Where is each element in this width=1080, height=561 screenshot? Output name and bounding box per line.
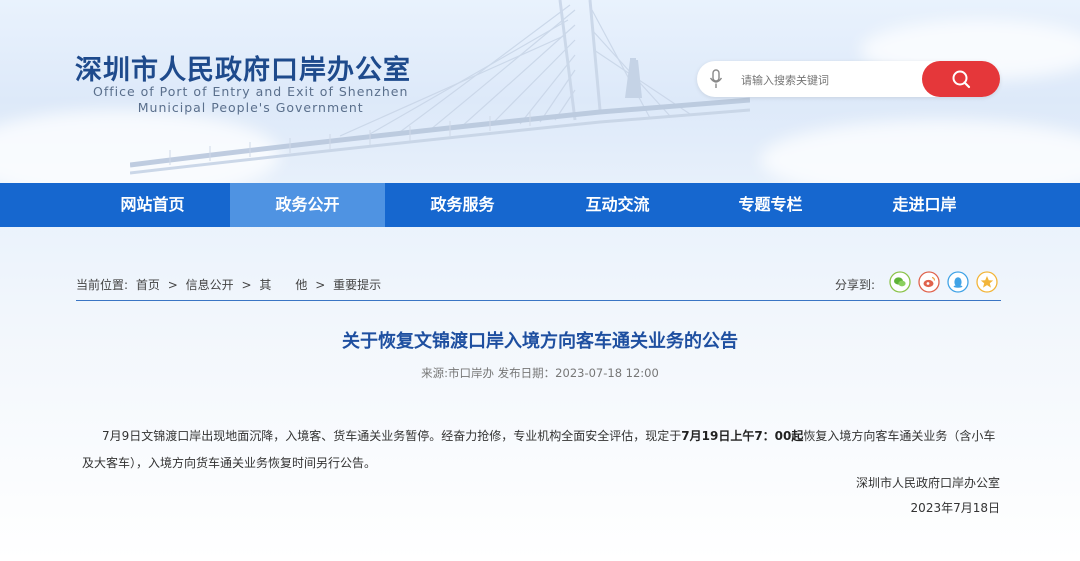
nav-item-interaction[interactable]: 互动交流 [540,183,695,227]
search-icon [952,70,971,89]
nav-item-about-ports[interactable]: 走进口岸 [847,183,1002,227]
breadcrumb-separator: > [241,278,252,292]
search-input[interactable] [739,70,913,90]
cloud-decoration [760,120,1080,183]
article-body-highlight: 7月19日上午7：00起 [681,429,804,443]
share-label: 分享到: [835,278,876,292]
article-meta: 来源:市口岸办 发布日期：2023-07-18 12:00 [421,366,659,380]
breadcrumb-link-home[interactable]: 首页 [136,278,160,292]
org-name-cn[interactable]: 深圳市人民政府口岸办公室 [75,48,411,87]
qzone-icon[interactable] [976,271,998,293]
breadcrumb-separator: > [167,278,178,292]
breadcrumb-link-other[interactable]: 其 他 [259,278,307,292]
nav-item-gov-affairs-open[interactable]: 政务公开 [230,183,385,227]
nav-item-gov-services[interactable]: 政务服务 [385,183,540,227]
article-body-part1: 7月9日文锦渡口岸出现地面沉降，入境客、货车通关业务暂停。经奋力抢修，专业机构全… [102,429,682,443]
article-body: 7月9日文锦渡口岸出现地面沉降，入境客、货车通关业务暂停。经奋力抢修，专业机构全… [82,423,1000,477]
qq-icon[interactable] [947,271,969,293]
org-name-en-line2: Municipal People's Government [137,100,364,115]
site-header: 深圳市人民政府口岸办公室 Office of Port of Entry and… [0,0,1080,183]
breadcrumb-prefix: 当前位置: [76,278,129,292]
breadcrumb-divider [76,300,1001,301]
breadcrumb-separator: > [315,278,326,292]
weibo-icon[interactable] [918,271,940,293]
breadcrumb-current[interactable]: 重要提示 [333,278,381,292]
nav-item-special-topics[interactable]: 专题专栏 [693,183,848,227]
microphone-icon[interactable] [709,69,723,89]
search-box [697,61,1000,97]
org-name-en-line1: Office of Port of Entry and Exit of Shen… [93,84,409,99]
article-title: 关于恢复文锦渡口岸入境方向客车通关业务的公告 [342,331,738,352]
search-button[interactable] [922,61,1000,97]
breadcrumb-link-info-open[interactable]: 信息公开 [186,278,234,292]
main-nav: 网站首页 政务公开 政务服务 互动交流 专题专栏 走进口岸 [0,183,1080,227]
article-signature: 深圳市人民政府口岸办公室 [855,476,1000,490]
nav-item-home[interactable]: 网站首页 [75,183,230,227]
article-date: 2023年7月18日 [910,501,1000,515]
wechat-icon[interactable] [889,271,911,293]
org-name-en: Office of Port of Entry and Exit of Shen… [93,84,408,116]
breadcrumb: 当前位置: 首页 > 信息公开 > 其 他 > 重要提示 [76,276,385,293]
